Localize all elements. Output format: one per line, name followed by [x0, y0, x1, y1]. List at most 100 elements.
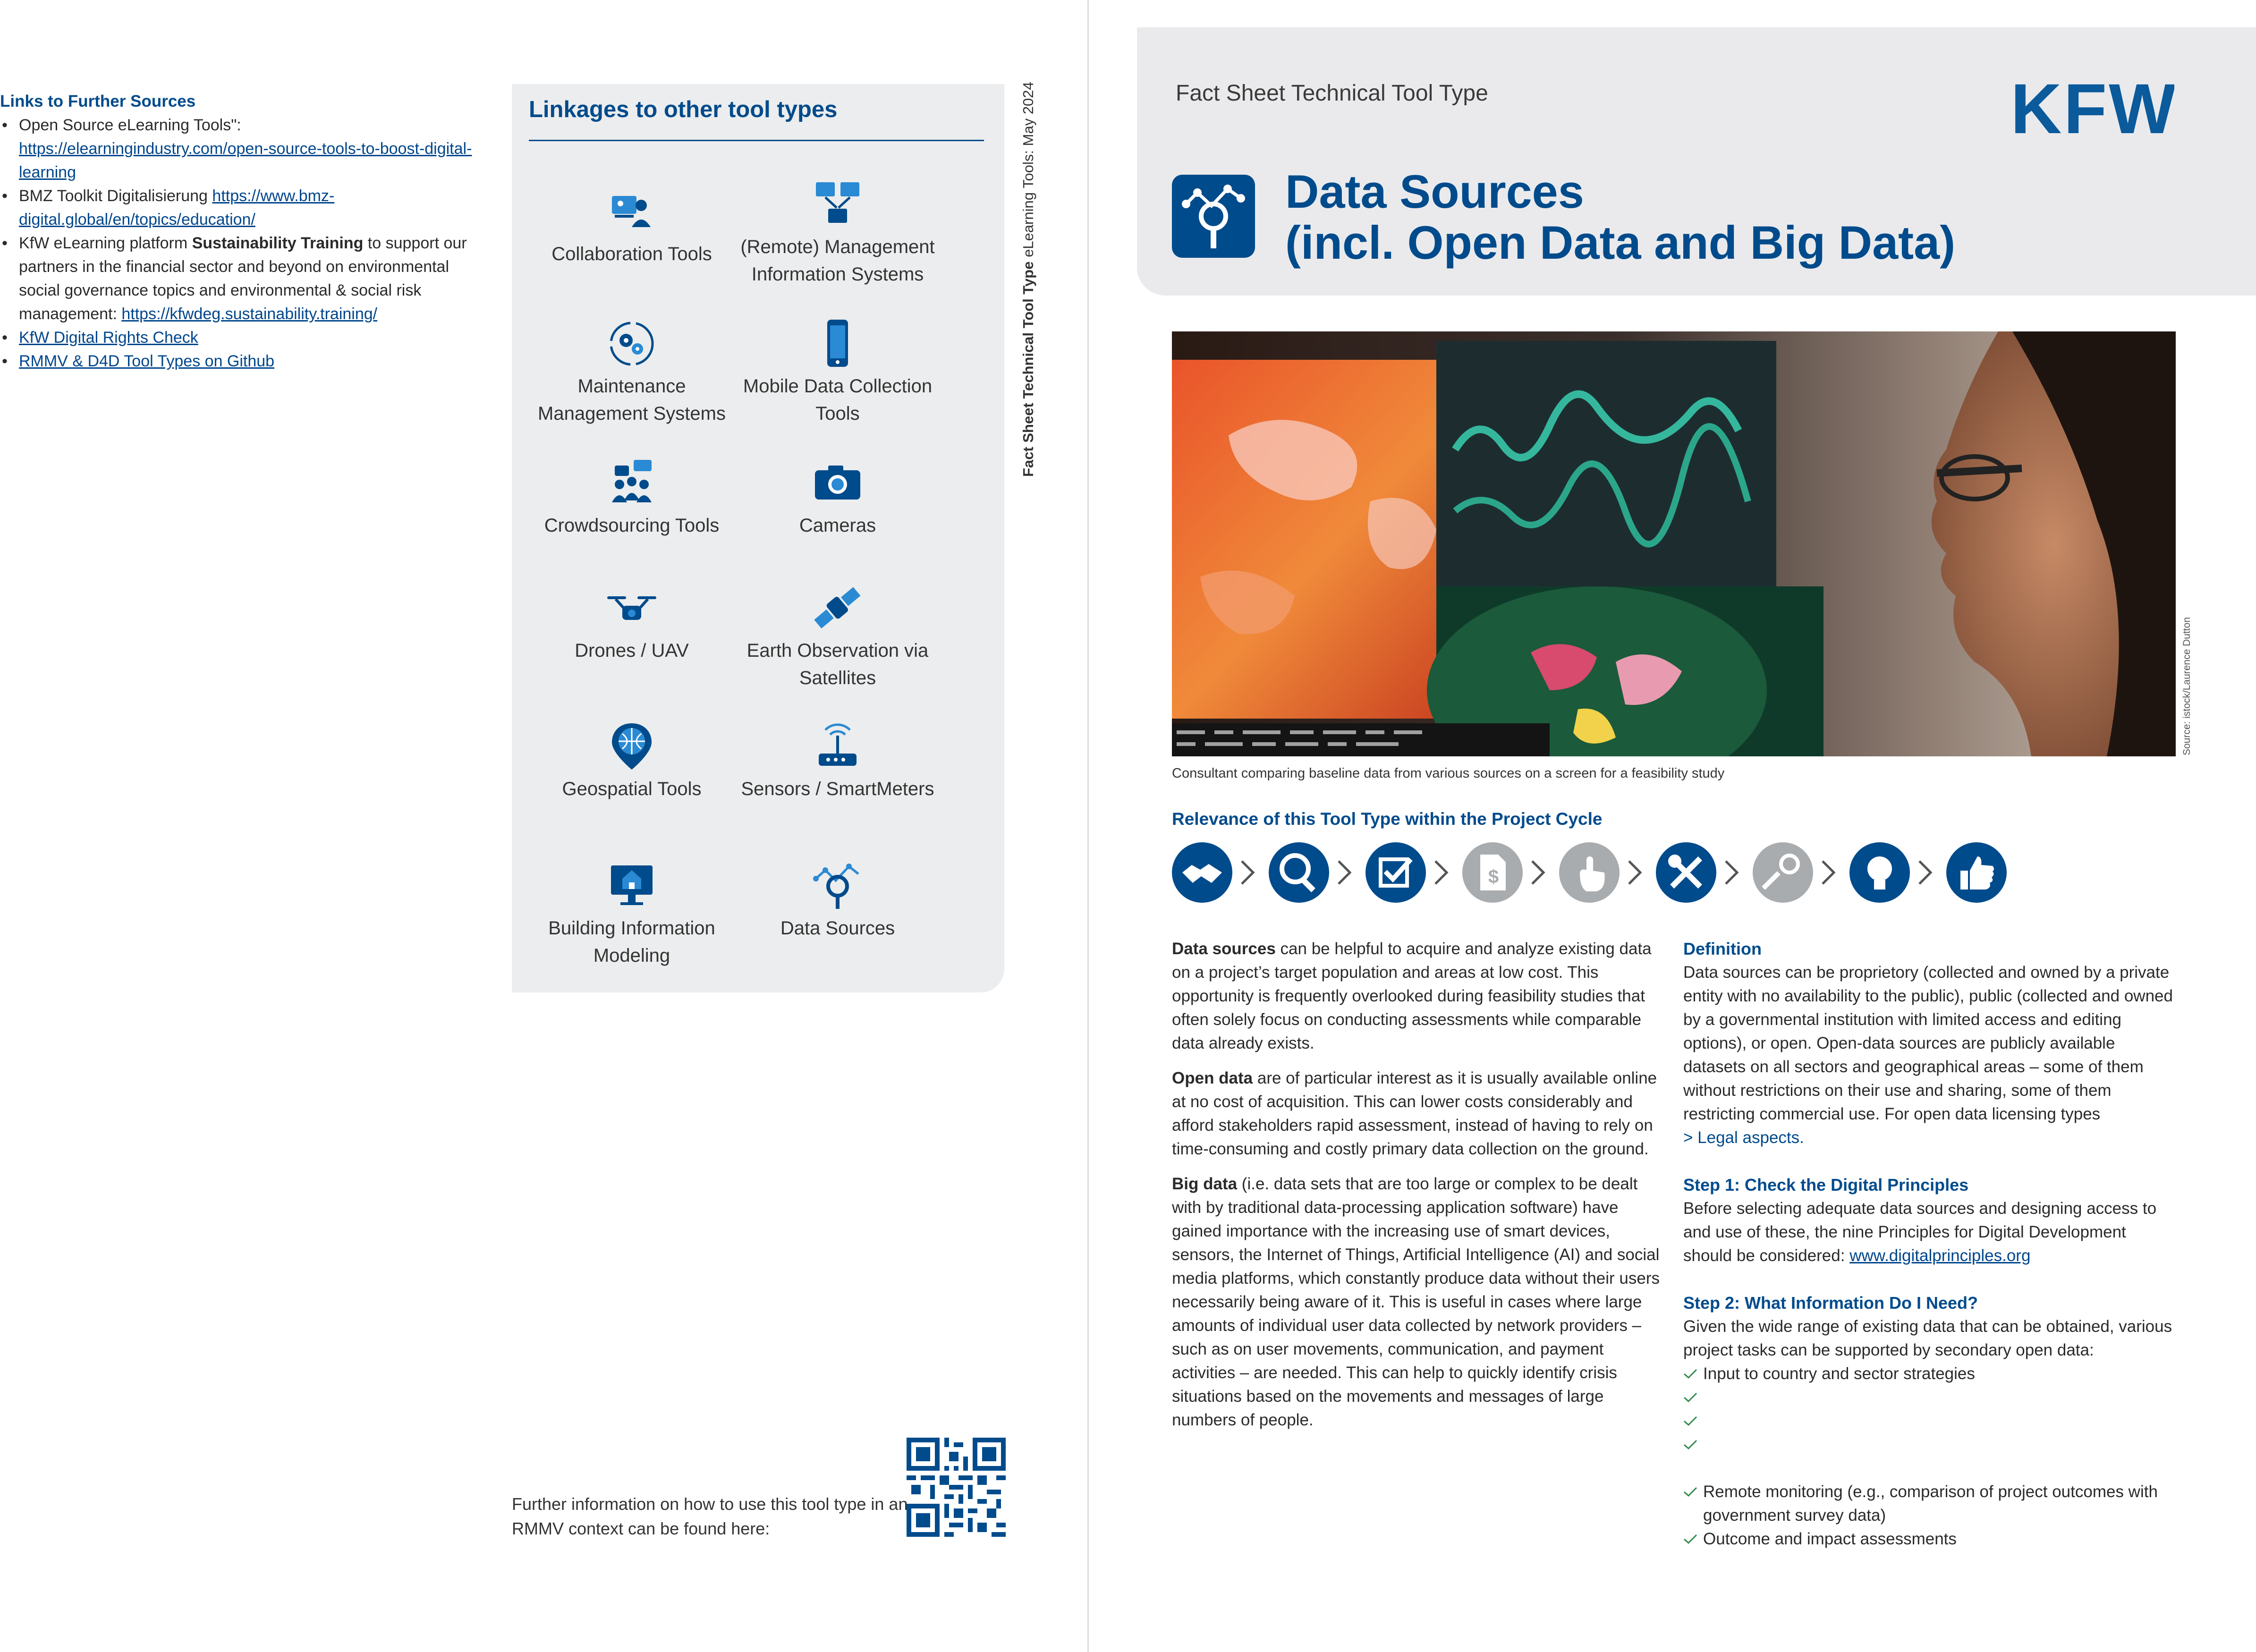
- legal-aspects-link[interactable]: > Legal aspects.: [1683, 1128, 1804, 1147]
- step2-block: Step 2: What Information Do I Need? Give…: [1683, 1291, 2179, 1551]
- crowdsourcing-icon: [603, 457, 660, 509]
- tool-label: Drones / UAV: [575, 640, 689, 661]
- step2-heading: Step 2: What Information Do I Need?: [1683, 1293, 1978, 1313]
- kfwdeg-link[interactable]: https://kfwdeg.sustainability.training/: [121, 305, 377, 323]
- kfw-logo-text: KFW: [2014, 80, 2174, 142]
- further-info-text: Further information on how to use this t…: [512, 1494, 908, 1538]
- sustainability-training-label: Sustainability Training: [192, 234, 364, 252]
- collaboration-icon: [603, 186, 660, 237]
- check-list: Remote monitoring (e.g., comparison of p…: [1683, 1480, 2179, 1551]
- tool-collaboration[interactable]: Collaboration Tools: [528, 186, 736, 268]
- title-line-1: Data Sources: [1285, 165, 1584, 218]
- divider: [529, 140, 984, 141]
- tool-crowdsourcing[interactable]: Crowdsourcing Tools: [528, 457, 736, 539]
- link-prefix: Open Source eLearning Tools":: [19, 116, 241, 134]
- list-item: [1683, 1386, 2179, 1409]
- chevron-right-icon: [1241, 860, 1255, 885]
- digitalprinciples-link[interactable]: www.digitalprinciples.org: [1849, 1246, 2030, 1265]
- links-heading: Links to Further Sources: [0, 92, 196, 110]
- page-divider: [1087, 0, 1089, 1652]
- paragraph-big-data: Big data (i.e. data sets that are too la…: [1172, 1172, 1668, 1432]
- tool-label: Building Information Modeling: [548, 918, 715, 966]
- vertical-label-rest: eLearning Tools: May 2024: [1020, 82, 1036, 262]
- step1-block: Step 1: Check the Digital Principles Bef…: [1683, 1173, 2179, 1268]
- hand-pointer-icon: [1559, 842, 1620, 903]
- vertical-label-bold: Fact Sheet Technical Tool Type: [1020, 261, 1036, 477]
- fact-sheet-label: Fact Sheet Technical Tool Type: [1176, 81, 1488, 106]
- step2-text: Given the wide range of existing data th…: [1683, 1317, 2172, 1359]
- list-item-text: Remote monitoring (e.g., comparison of p…: [1703, 1483, 2158, 1525]
- chevron-right-icon: [1918, 860, 1933, 885]
- svg-text:$: $: [1488, 866, 1499, 887]
- list-item: [1683, 1409, 2179, 1433]
- tool-geospatial[interactable]: Geospatial Tools: [528, 720, 736, 803]
- lightbulb-icon: [1849, 842, 1910, 903]
- tool-label: Cameras: [799, 515, 876, 536]
- intro-column: Data sources can be helpful to acquire a…: [1172, 937, 1668, 1443]
- tool-data-sources[interactable]: Data Sources: [734, 860, 941, 942]
- tool-label: Mobile Data Collection Tools: [743, 376, 933, 424]
- chevron-right-icon: [1822, 860, 1836, 885]
- list-item: KfW Digital Rights Check: [0, 326, 491, 349]
- sensor-icon: [809, 720, 866, 772]
- paragraph-data-sources: Data sources can be helpful to acquire a…: [1172, 937, 1668, 1055]
- management-information-icon: [809, 178, 866, 230]
- drone-icon: [603, 582, 660, 634]
- tool-cameras[interactable]: Cameras: [734, 457, 941, 539]
- check-icon: [1684, 1392, 1697, 1403]
- chevron-right-icon: [1531, 860, 1545, 885]
- links-list: Open Source eLearning Tools": https://el…: [0, 113, 491, 373]
- finance-document-icon: $: [1462, 842, 1523, 903]
- photo-credit: Source: istock/Laurence Dutton: [2181, 617, 2200, 755]
- list-item: Input to country and sector strategies: [1683, 1362, 2179, 1386]
- relevance-heading: Relevance of this Tool Type within the P…: [1172, 809, 1603, 829]
- checkbox-icon: [1365, 842, 1426, 903]
- page-title: Data Sources (incl. Open Data and Big Da…: [1285, 166, 1955, 268]
- tool-management-information[interactable]: (Remote) Management Information Systems: [734, 178, 941, 288]
- camera-icon: [809, 457, 866, 509]
- tool-sensors[interactable]: Sensors / SmartMeters: [734, 720, 941, 803]
- list-item: RMMV & D4D Tool Types on Github: [0, 349, 491, 373]
- globe-pin-icon: [603, 720, 660, 772]
- elearningindustry-link[interactable]: https://elearningindustry.com/open-sourc…: [19, 140, 472, 181]
- term-data-sources: Data sources: [1172, 940, 1276, 958]
- kfw-logo: KFW: [2010, 69, 2176, 148]
- github-link[interactable]: RMMV & D4D Tool Types on Github: [19, 352, 274, 370]
- list-item: BMZ Toolkit Digitalisierung https://www.…: [0, 184, 491, 231]
- tool-mobile-data[interactable]: Mobile Data Collection Tools: [734, 318, 941, 427]
- data-sources-icon: [809, 860, 866, 912]
- linkages-panel: Linkages to other tool types Collaborati…: [512, 84, 1004, 992]
- tool-label: Geospatial Tools: [562, 779, 702, 799]
- links-section: Links to Further Sources Open Source eLe…: [0, 90, 491, 373]
- tools-icon: [1656, 842, 1716, 903]
- tool-building-information[interactable]: Building Information Modeling: [528, 860, 736, 969]
- digital-rights-check-link[interactable]: KfW Digital Rights Check: [19, 329, 198, 347]
- tool-earth-observation[interactable]: Earth Observation via Satellites: [734, 582, 941, 692]
- tool-label: (Remote) Management Information Systems: [740, 237, 935, 285]
- check-list: Input to country and sector strategies: [1683, 1362, 2179, 1457]
- data-sources-title-icon: [1172, 175, 1255, 258]
- paragraph-open-data: Open data are of particular interest as …: [1172, 1067, 1668, 1161]
- tool-drones[interactable]: Drones / UAV: [528, 582, 736, 664]
- tool-label: Data Sources: [780, 918, 895, 939]
- tool-label: Collaboration Tools: [551, 244, 712, 264]
- chevron-right-icon: [1338, 860, 1352, 885]
- tool-label: Earth Observation via Satellites: [746, 640, 929, 688]
- term-open-data: Open data: [1172, 1069, 1253, 1087]
- chevron-right-icon: [1434, 860, 1449, 885]
- check-icon: [1684, 1369, 1697, 1379]
- list-item-text: Outcome and impact assessments: [1703, 1530, 1957, 1548]
- tool-label: Sensors / SmartMeters: [741, 779, 934, 799]
- term-big-data: Big data: [1172, 1175, 1238, 1193]
- thumbs-up-icon: [1946, 842, 2007, 903]
- project-cycle-row: $: [1172, 842, 2022, 904]
- link-prefix: KfW eLearning platform: [19, 234, 192, 252]
- definition-heading: Definition: [1683, 939, 1762, 958]
- definition-block: Definition Data sources can be proprieto…: [1683, 937, 2179, 1150]
- tool-maintenance[interactable]: Maintenance Management Systems: [528, 318, 736, 427]
- linkages-title: Linkages to other tool types: [529, 97, 838, 122]
- link-prefix: BMZ Toolkit Digitalisierung: [19, 187, 212, 205]
- qr-code[interactable]: [907, 1438, 1006, 1537]
- vertical-sheet-label: Fact Sheet Technical Tool Type eLearning…: [1020, 82, 1048, 486]
- definition-column: Definition Data sources can be proprieto…: [1683, 937, 2179, 1551]
